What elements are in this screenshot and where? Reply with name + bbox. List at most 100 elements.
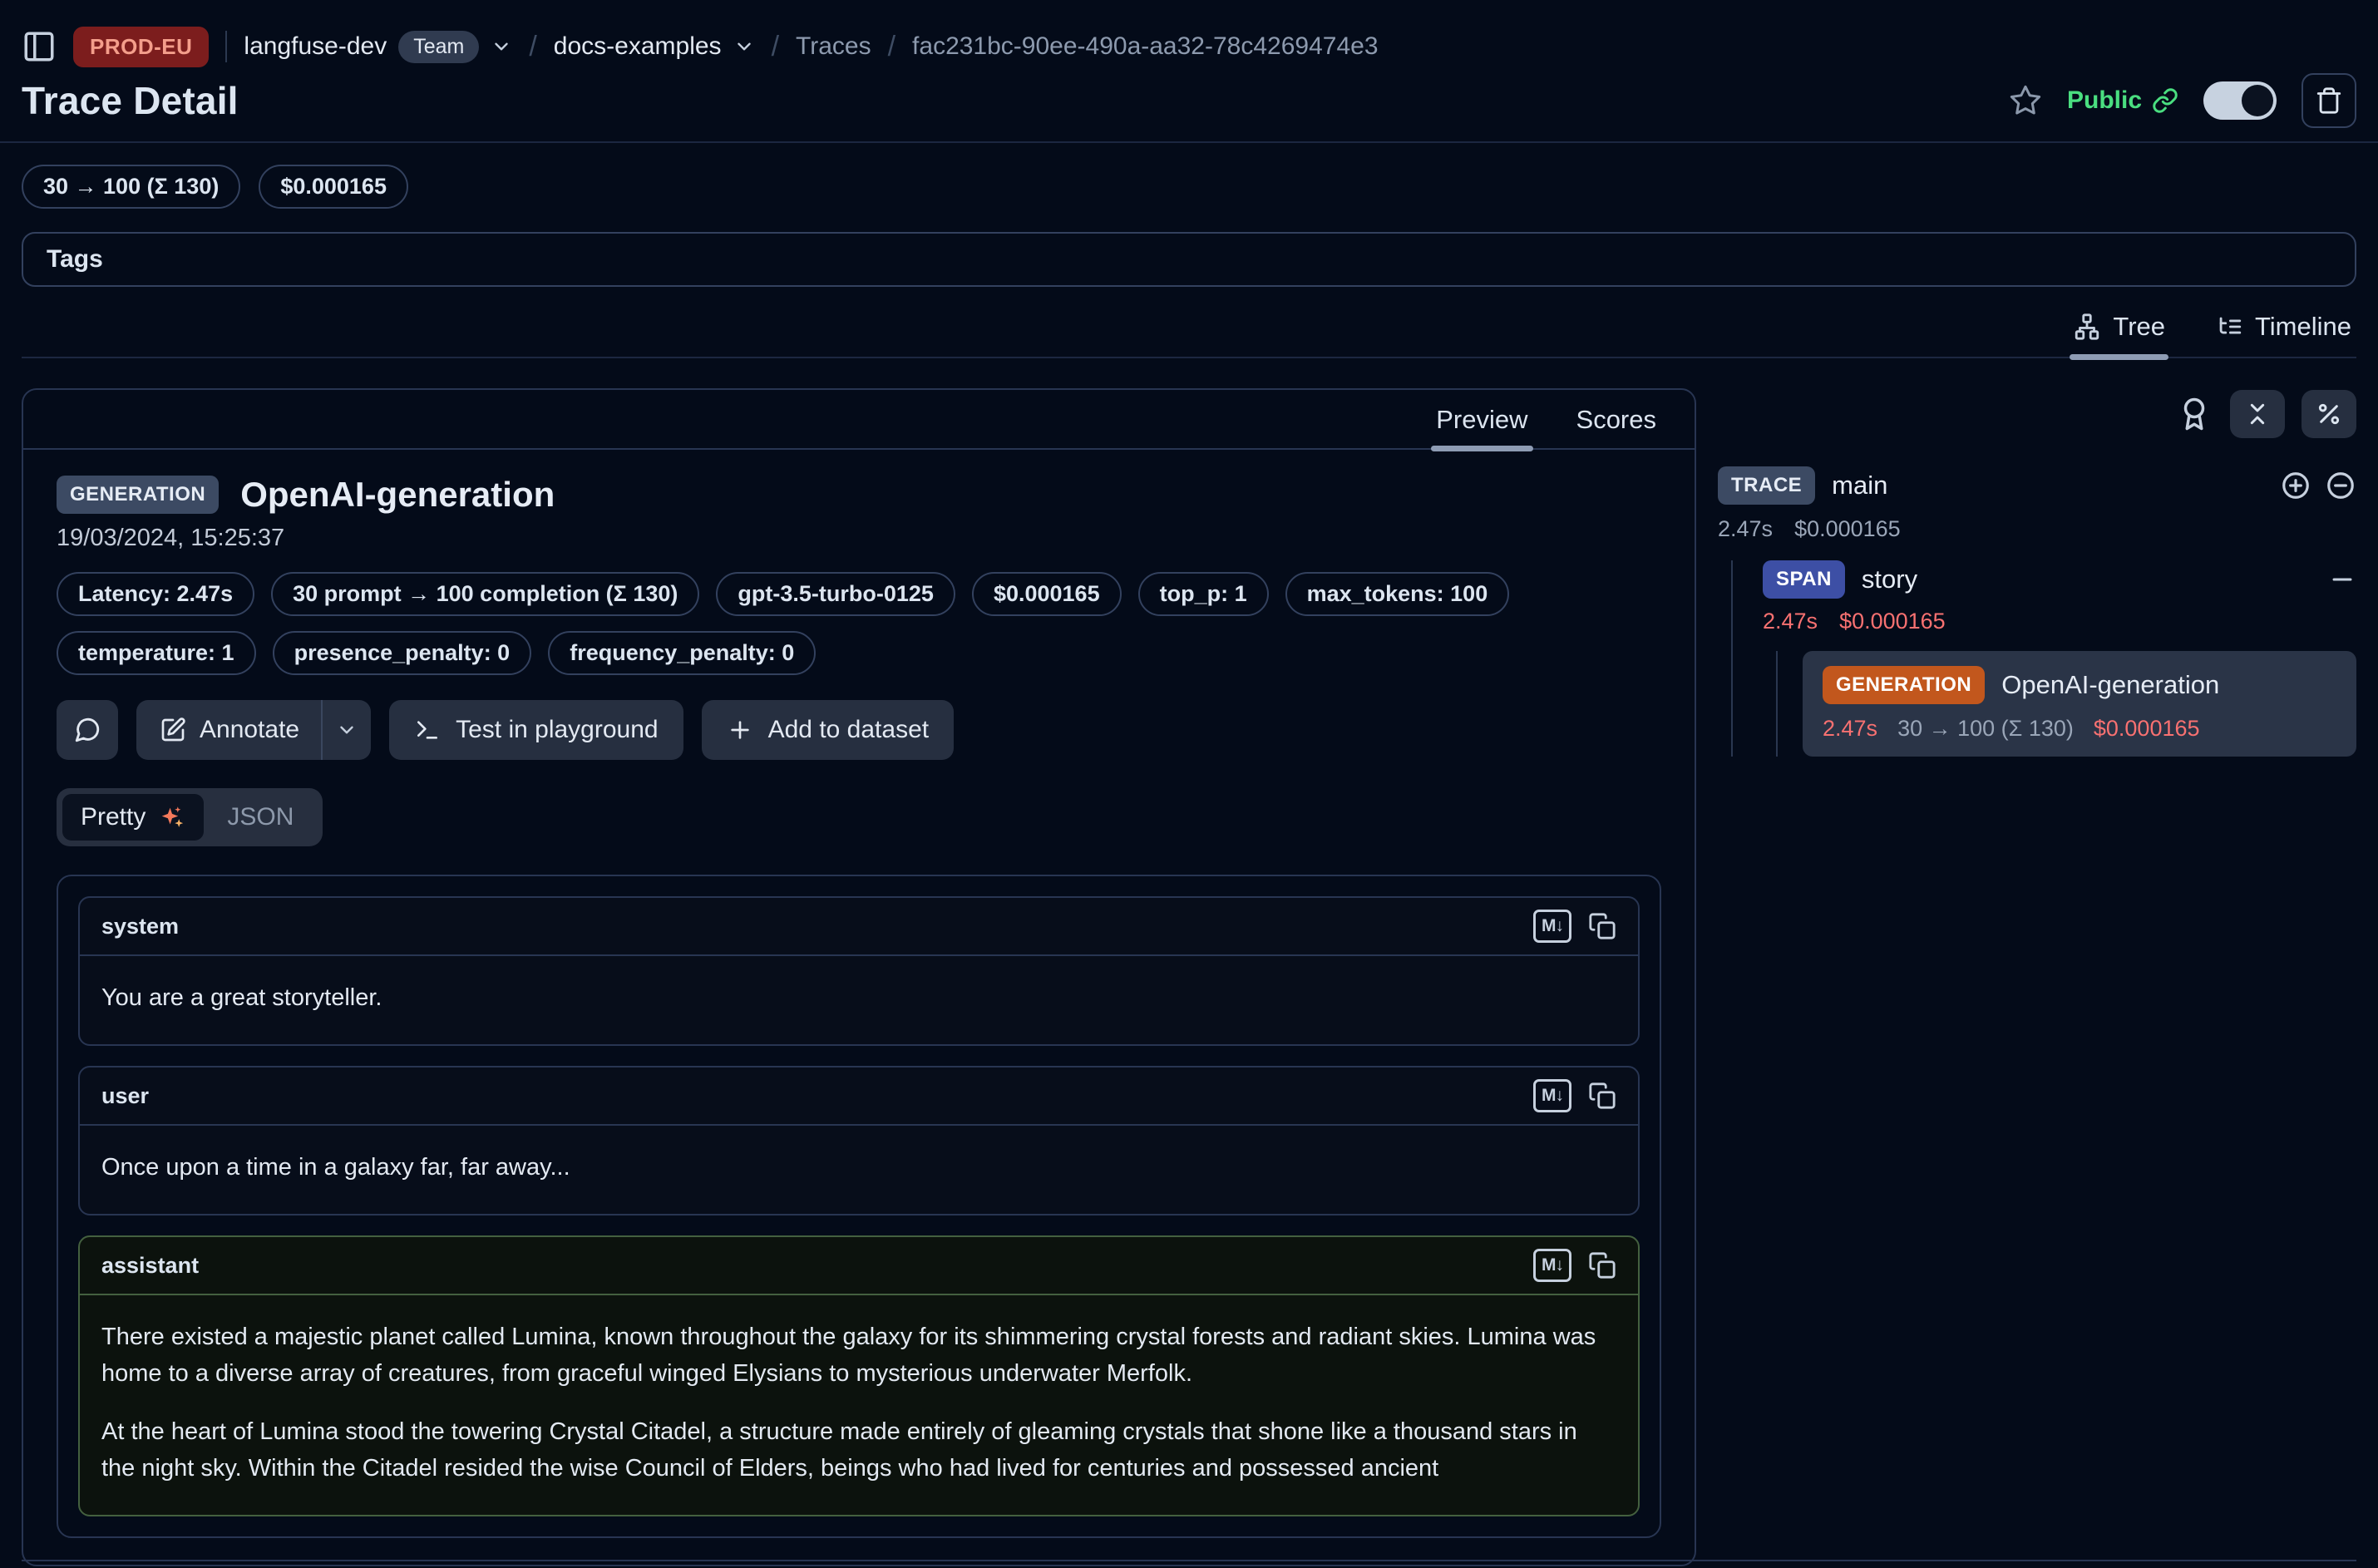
sparkles-icon: [157, 803, 185, 831]
page-title: Trace Detail: [22, 78, 239, 123]
trace-children: SPAN story 2.47s $0.000165 GENERATION: [1731, 560, 2356, 757]
trace-token-usage-badge: 30 → 100 (Σ 130): [22, 165, 240, 209]
chevron-down-icon: [491, 36, 512, 57]
breadcrumb-project[interactable]: docs-examples: [554, 32, 755, 61]
sidebar-toggle-icon[interactable]: [22, 29, 57, 64]
message-user: user M↓ Once upon a time in a galaxy far…: [78, 1066, 1640, 1215]
annotate-button[interactable]: Annotate: [136, 700, 321, 760]
tab-timeline[interactable]: Timeline: [2215, 312, 2351, 342]
span-type-badge: SPAN: [1763, 560, 1845, 599]
chevron-down-icon: [336, 719, 358, 741]
tags-container[interactable]: Tags: [22, 232, 2356, 287]
span-name: story: [1862, 565, 1917, 594]
show-metrics-button[interactable]: [2302, 390, 2356, 438]
cost-badge: $0.000165: [972, 572, 1122, 616]
active-tab-underline: [2070, 354, 2168, 360]
observation-type-badge: GENERATION: [57, 476, 219, 514]
add-to-dataset-button[interactable]: Add to dataset: [702, 700, 954, 760]
page-header: Trace Detail Public: [22, 73, 2356, 128]
trace-badges: 30 → 100 (Σ 130) $0.000165: [22, 165, 2356, 209]
tree-icon: [2073, 313, 2101, 341]
observation-timestamp: 19/03/2024, 15:25:37: [57, 525, 1661, 552]
copy-icon[interactable]: [1588, 912, 1616, 940]
delete-trace-button[interactable]: [2302, 73, 2356, 128]
trace-metrics: 2.47s $0.000165: [1718, 516, 2356, 542]
copy-icon[interactable]: [1588, 1251, 1616, 1280]
message-content: Once upon a time in a galaxy far, far aw…: [80, 1126, 1638, 1214]
collapse-all-button[interactable]: [2230, 390, 2285, 438]
terminal-icon: [414, 717, 441, 743]
toggle-knob: [2242, 85, 2273, 116]
percent-icon: [2316, 401, 2342, 427]
observation-actions: Annotate Test in playgroun: [57, 700, 1661, 760]
top-p-badge: top_p: 1: [1138, 572, 1269, 616]
award-icon[interactable]: [2177, 397, 2212, 431]
annotate-dropdown-button[interactable]: [323, 700, 371, 760]
circle-minus-icon[interactable]: [2325, 470, 2356, 501]
messages-container: system M↓ You are a great storyteller.: [57, 875, 1661, 1538]
latency-badge: Latency: 2.47s: [57, 572, 254, 616]
header-actions: Public: [2009, 73, 2356, 128]
circle-plus-icon[interactable]: [2280, 470, 2311, 501]
active-tab-underline: [1431, 446, 1532, 451]
span-metrics: 2.47s $0.000165: [1763, 609, 2356, 634]
star-icon[interactable]: [2009, 84, 2042, 117]
tab-tree[interactable]: Tree: [2073, 312, 2165, 342]
presence-penalty-badge: presence_penalty: 0: [273, 631, 532, 675]
message-system: system M↓ You are a great storyteller.: [78, 896, 1640, 1046]
page-bottom-divider: [22, 1560, 2356, 1561]
tree-node-span[interactable]: SPAN story: [1763, 560, 2356, 599]
breadcrumb: PROD-EU langfuse-dev Team / docs-example…: [22, 0, 2356, 68]
breadcrumb-separator: /: [772, 31, 779, 63]
comment-icon: [73, 716, 101, 744]
trace-detail-page: PROD-EU langfuse-dev Team / docs-example…: [0, 0, 2378, 1568]
markdown-toggle-icon[interactable]: M↓: [1533, 1079, 1571, 1112]
link-icon: [2152, 87, 2178, 114]
plus-icon: [727, 717, 753, 743]
span-latency: 2.47s: [1763, 609, 1818, 634]
generation-metrics: 2.47s 30 → 100 (Σ 130) $0.000165: [1823, 716, 2336, 742]
observation-header: GENERATION OpenAI-generation: [57, 475, 1661, 515]
tab-preview[interactable]: Preview: [1436, 405, 1527, 435]
markdown-toggle-icon[interactable]: M↓: [1533, 910, 1571, 943]
tree-node-trace[interactable]: TRACE main: [1718, 466, 2356, 505]
observation-detail-card: Preview Scores GENERATION OpenAI-generat…: [22, 388, 1696, 1566]
trace-name: main: [1832, 471, 1887, 500]
copy-icon[interactable]: [1588, 1082, 1616, 1110]
message-role: assistant: [101, 1253, 199, 1279]
trace-cost-badge: $0.000165: [259, 165, 408, 209]
breadcrumb-traces-link[interactable]: Traces: [796, 32, 871, 61]
public-toggle[interactable]: [2203, 81, 2277, 120]
comment-button[interactable]: [57, 700, 118, 760]
span-cost: $0.000165: [1839, 609, 1946, 634]
tree-node-generation-selected[interactable]: GENERATION OpenAI-generation 2.47s 30 → …: [1803, 651, 2356, 757]
test-in-playground-button[interactable]: Test in playground: [389, 700, 683, 760]
span-children: GENERATION OpenAI-generation 2.47s 30 → …: [1776, 651, 2356, 757]
trace-tree-panel: TRACE main 2.47s $0.000165: [1718, 388, 2356, 757]
token-usage-badge: 30 prompt → 100 completion (Σ 130): [271, 572, 699, 616]
trace-cost: $0.000165: [1794, 516, 1901, 542]
breadcrumb-organization[interactable]: langfuse-dev Team: [244, 31, 512, 63]
breadcrumb-trace-id: fac231bc-90ee-490a-aa32-78c4269474e3: [912, 32, 1378, 61]
message-header: user M↓: [80, 1068, 1638, 1126]
content-area: Preview Scores GENERATION OpenAI-generat…: [22, 388, 2356, 1566]
tab-scores[interactable]: Scores: [1576, 405, 1656, 435]
message-role: user: [101, 1083, 149, 1109]
markdown-toggle-icon[interactable]: M↓: [1533, 1249, 1571, 1282]
trace-type-badge: TRACE: [1718, 466, 1815, 505]
tags-label: Tags: [47, 245, 103, 274]
generation-cost: $0.000165: [2094, 716, 2200, 742]
message-content: You are a great storyteller.: [80, 956, 1638, 1044]
format-json-button[interactable]: JSON: [204, 794, 317, 841]
breadcrumb-separator: /: [529, 31, 536, 63]
public-share-link[interactable]: Public: [2067, 86, 2178, 115]
format-pretty-button[interactable]: Pretty: [62, 794, 204, 841]
observation-name: OpenAI-generation: [240, 475, 555, 515]
message-header: assistant M↓: [80, 1237, 1638, 1295]
tree-panel-controls: [1718, 390, 2356, 438]
chevron-down-icon: [733, 36, 755, 57]
collapse-node-icon[interactable]: [2328, 565, 2356, 594]
panel-tabs: Preview Scores: [23, 390, 1695, 450]
public-label: Public: [2067, 86, 2142, 115]
pen-square-icon: [160, 717, 186, 743]
